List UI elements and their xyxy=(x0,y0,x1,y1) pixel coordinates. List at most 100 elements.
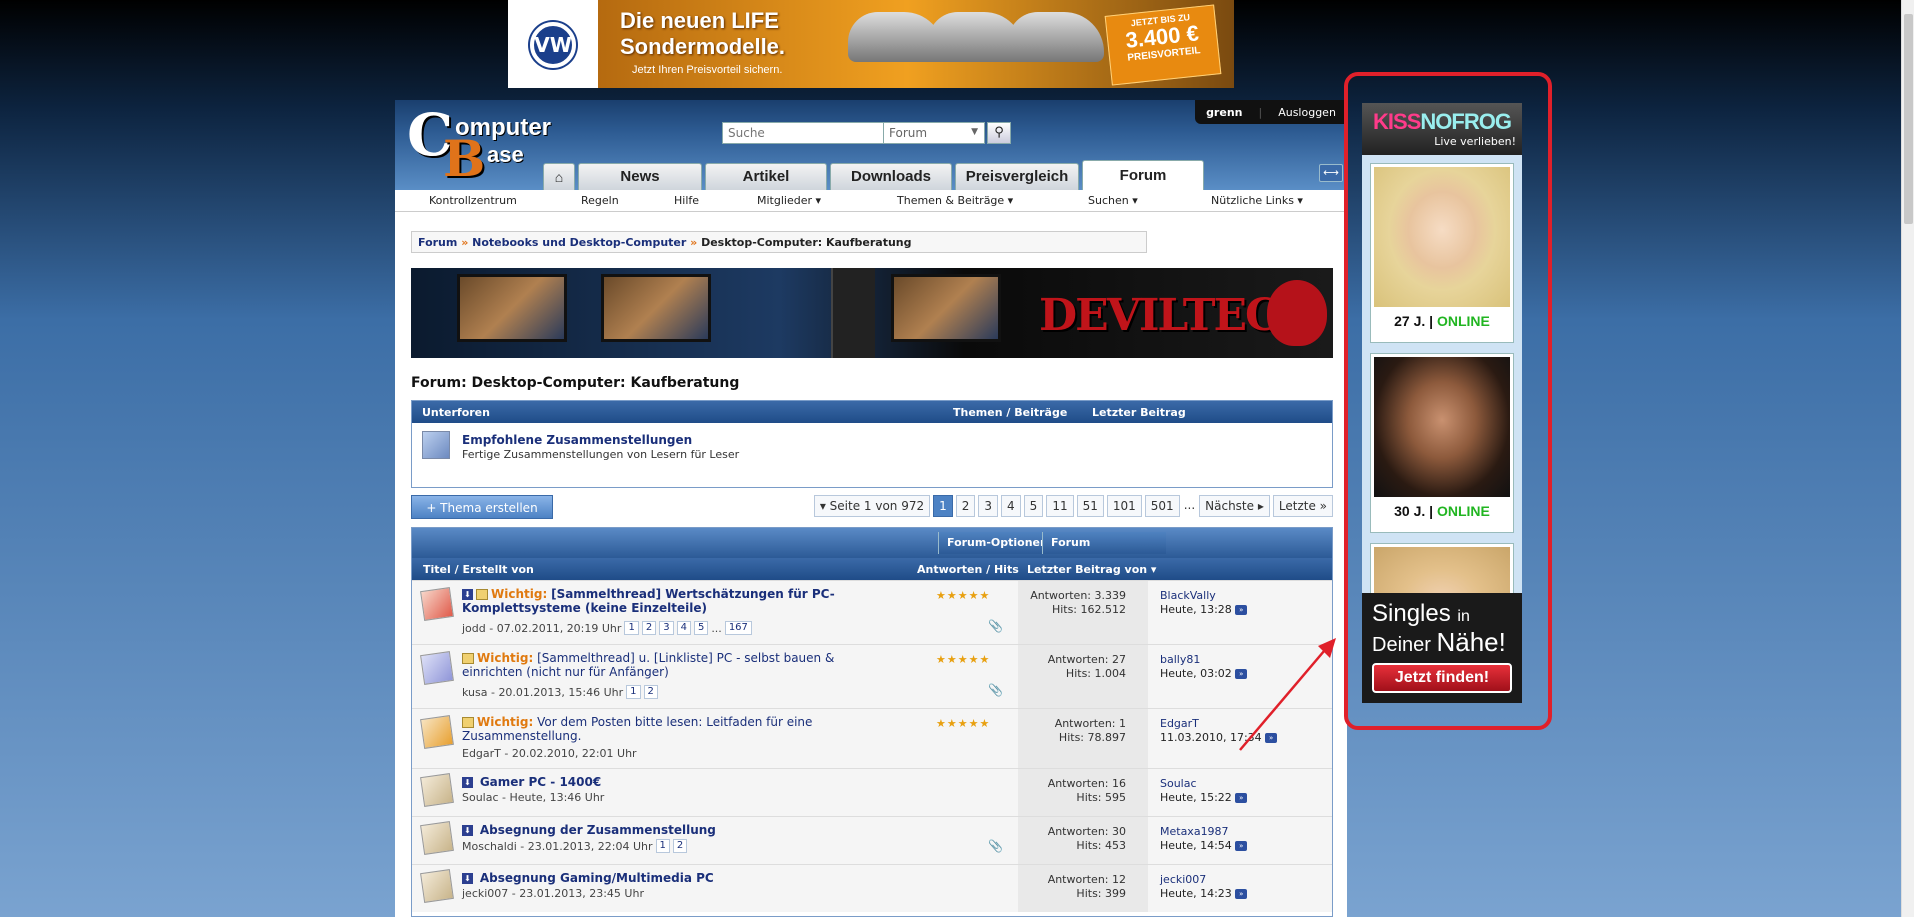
next-page-button[interactable]: Nächste ▸ xyxy=(1199,495,1270,517)
subnav-hilfe[interactable]: Hilfe xyxy=(674,194,699,207)
page-link[interactable]: 11 xyxy=(1046,495,1074,517)
go-to-last-post-icon[interactable]: » xyxy=(1235,605,1248,615)
vertical-scrollbar[interactable] xyxy=(1901,0,1914,917)
deviltech-banner-ad[interactable]: DEVILTECH xyxy=(411,268,1333,358)
annotation-highlight-box xyxy=(1344,72,1552,730)
subnav-themen-beitraege[interactable]: Themen & Beiträge ▾ xyxy=(897,194,1013,207)
search-scope-value: Forum xyxy=(889,126,928,140)
last-post-user[interactable]: jecki007 xyxy=(1160,873,1247,887)
forum-search-button[interactable]: Forum durchsuchen ▾ xyxy=(1042,532,1166,571)
tab-home[interactable]: ⌂ xyxy=(543,163,575,190)
col-last-post[interactable]: Letzter Beitrag von ▾ xyxy=(1027,563,1156,576)
breadcrumb-forum[interactable]: Forum xyxy=(418,236,457,249)
thread-title-text[interactable]: Absegnung Gaming/Multimedia PC xyxy=(480,871,714,885)
thread-title-text[interactable]: Gamer PC - 1400€ xyxy=(480,775,601,789)
table-row[interactable]: ⬇ Absegnung der Zusammenstellung Moschal… xyxy=(412,816,1332,864)
main-tabs: ⌂ News Artikel Downloads Preisvergleich … xyxy=(543,160,1204,190)
page-link[interactable]: 51 xyxy=(1076,495,1104,517)
thread-page-link[interactable]: 2 xyxy=(672,839,688,853)
thread-title[interactable]: Wichtig: Vor dem Posten bitte lesen: Lei… xyxy=(462,715,842,743)
double-chevron-right-icon: » xyxy=(1319,499,1327,513)
last-post-user[interactable]: BlackVally xyxy=(1160,589,1247,603)
paperclip-icon: 📎 xyxy=(988,839,1003,853)
thread-title[interactable]: ⬇ Absegnung der Zusammenstellung xyxy=(462,823,842,837)
search-input[interactable] xyxy=(722,122,884,144)
page-link[interactable]: 3 xyxy=(978,495,999,517)
search-button[interactable]: ⚲ xyxy=(987,122,1011,144)
logo-letter-b: B xyxy=(443,129,486,188)
thread-envelope-icon xyxy=(420,869,454,903)
thread-prefix: Wichtig: xyxy=(491,587,548,601)
subforum-row[interactable]: Empfohlene Zusammenstellungen Fertige Zu… xyxy=(412,423,1332,487)
thread-title[interactable]: Wichtig: [Sammelthread] u. [Linkliste] P… xyxy=(462,651,842,679)
thread-stats: Antworten: 27 Hits: 1.004 xyxy=(1018,645,1148,708)
thread-page-link[interactable]: 1 xyxy=(626,685,641,699)
thread-page-link[interactable]: 2 xyxy=(641,621,657,635)
thread-meta: kusa - 20.01.2013, 15:46 Uhr 1 2 xyxy=(462,685,658,699)
thread-options-bar: Forum-Optionen ▾ Forum durchsuchen ▾ xyxy=(412,528,1332,571)
top-banner-ad[interactable]: VW Die neuen LIFE Sondermodelle. Jetzt I… xyxy=(508,0,1234,88)
thread-title[interactable]: ⬇ Absegnung Gaming/Multimedia PC xyxy=(462,871,842,885)
thread-author: jodd - 07.02.2011, 20:19 Uhr xyxy=(462,621,622,635)
subforum-description: Fertige Zusammenstellungen von Lesern fü… xyxy=(462,448,740,461)
last-post-time: Heute, 13:28 xyxy=(1160,603,1232,616)
page-link[interactable]: 1 xyxy=(933,495,953,517)
page-link[interactable]: 4 xyxy=(1001,495,1021,517)
last-post-time: Heute, 03:02 xyxy=(1160,667,1232,680)
chevron-down-icon: ▼ xyxy=(971,127,978,137)
last-label: Letzte xyxy=(1278,499,1316,513)
thread-title[interactable]: ⬇ Gamer PC - 1400€ xyxy=(462,775,842,789)
thread-envelope-icon xyxy=(420,651,454,685)
tab-artikel[interactable]: Artikel xyxy=(705,163,827,190)
username-link[interactable]: grenn xyxy=(1206,106,1242,119)
go-to-last-post-icon[interactable]: » xyxy=(1235,793,1248,803)
tab-preisvergleich[interactable]: Preisvergleich xyxy=(955,163,1079,190)
sticky-icon xyxy=(476,589,488,600)
thread-author: EdgarT - 20.02.2010, 22:01 Uhr xyxy=(462,747,637,760)
page-link[interactable]: 501 xyxy=(1144,495,1180,517)
table-row[interactable]: ⬇ Absegnung Gaming/Multimedia PC jecki00… xyxy=(412,864,1332,912)
arrow-down-icon: ⬇ xyxy=(462,873,473,884)
thread-page-link[interactable]: 167 xyxy=(724,621,752,635)
tab-news[interactable]: News xyxy=(578,163,702,190)
logout-link[interactable]: Ausloggen xyxy=(1278,106,1336,119)
thread-page-link[interactable]: 3 xyxy=(659,621,674,635)
last-post-user[interactable]: Soulac xyxy=(1160,777,1247,791)
tab-forum[interactable]: Forum xyxy=(1082,160,1204,190)
thread-title-text[interactable]: Absegnung der Zusammenstellung xyxy=(480,823,716,837)
table-row[interactable]: ⬇ Gamer PC - 1400€ Soulac - Heute, 13:46… xyxy=(412,768,1332,816)
search-scope-select[interactable]: Forum ▼ xyxy=(884,122,985,144)
subnav-mitglieder[interactable]: Mitglieder ▾ xyxy=(757,194,821,207)
page-link[interactable]: 2 xyxy=(955,495,976,517)
last-post-time: Heute, 14:54 xyxy=(1160,839,1232,852)
thread-page-link[interactable]: 4 xyxy=(676,621,691,635)
page-jump-select[interactable]: ▾ Seite 1 von 972 xyxy=(813,495,931,517)
table-row[interactable]: Wichtig: Vor dem Posten bitte lesen: Lei… xyxy=(412,708,1332,768)
tab-downloads[interactable]: Downloads xyxy=(830,163,952,190)
page-link[interactable]: 101 xyxy=(1106,495,1142,517)
create-thread-button[interactable]: + Thema erstellen xyxy=(411,495,553,519)
scrollbar-thumb[interactable] xyxy=(1904,14,1913,224)
expand-width-button[interactable]: ⟷ xyxy=(1319,164,1343,182)
thread-title[interactable]: ⬇ Wichtig: [Sammelthread] Wertschätzungen… xyxy=(462,587,842,615)
subnav-kontrollzentrum[interactable]: Kontrollzentrum xyxy=(429,194,517,207)
vw-logo-icon: VW xyxy=(530,22,576,68)
go-to-last-post-icon[interactable]: » xyxy=(1235,889,1248,899)
subnav-nuetzliche-links[interactable]: Nützliche Links ▾ xyxy=(1211,194,1303,207)
thread-page-link[interactable]: 1 xyxy=(624,621,639,635)
subnav-regeln[interactable]: Regeln xyxy=(581,194,619,207)
breadcrumb-notebooks[interactable]: Notebooks und Desktop-Computer xyxy=(472,236,686,249)
table-row[interactable]: ⬇ Wichtig: [Sammelthread] Wertschätzungen… xyxy=(412,580,1332,644)
thread-page-link[interactable]: 1 xyxy=(655,839,670,853)
page-link[interactable]: 5 xyxy=(1023,495,1044,517)
computerbase-logo[interactable]: C omputer B ase xyxy=(407,104,557,186)
last-post-user[interactable]: Metaxa1987 xyxy=(1160,825,1247,839)
table-row[interactable]: Wichtig: [Sammelthread] u. [Linkliste] P… xyxy=(412,644,1332,708)
ad-headline: Die neuen LIFE Sondermodelle. xyxy=(620,8,785,60)
thread-page-link[interactable]: 5 xyxy=(693,621,709,635)
thread-page-link[interactable]: 2 xyxy=(643,685,658,699)
go-to-last-post-icon[interactable]: » xyxy=(1235,841,1248,851)
last-page-button[interactable]: Letzte » xyxy=(1272,495,1333,517)
subnav-suchen[interactable]: Suchen ▾ xyxy=(1088,194,1138,207)
subforum-title[interactable]: Empfohlene Zusammenstellungen xyxy=(462,433,692,447)
